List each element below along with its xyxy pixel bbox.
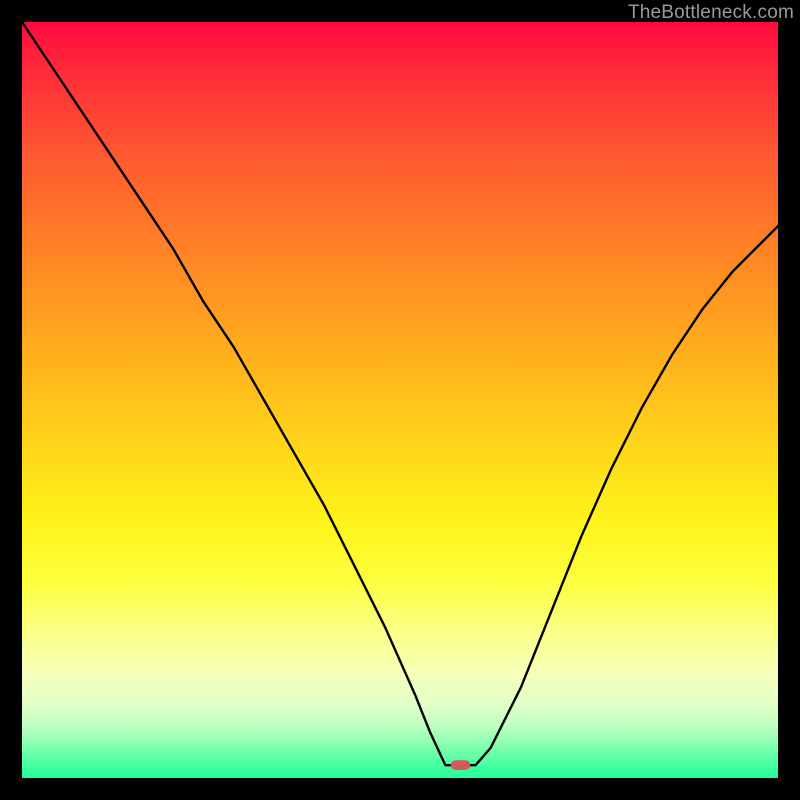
plot-area — [22, 22, 778, 778]
bottleneck-curve — [22, 22, 778, 765]
watermark-text: TheBottleneck.com — [628, 2, 794, 24]
marker-pill — [451, 760, 471, 770]
chart-svg — [22, 22, 778, 778]
chart-container: TheBottleneck.com — [0, 0, 800, 800]
